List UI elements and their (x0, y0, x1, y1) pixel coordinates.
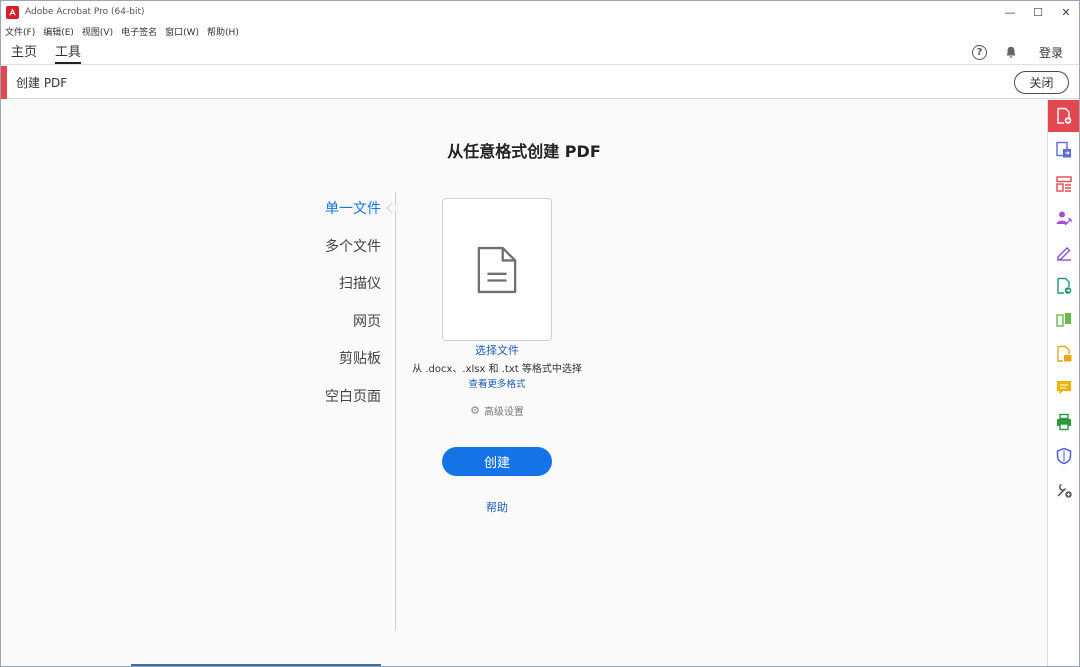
maximize-button[interactable]: ☐ (1025, 1, 1051, 23)
format-description: 从 .docx、.xlsx 和 .txt 等格式中选择 (412, 364, 582, 375)
signin-link[interactable]: 登录 (1039, 44, 1063, 61)
option-blank-page[interactable]: 空白页面 (301, 386, 381, 424)
source-options-list: 单一文件 多个文件 扫描仪 网页 剪贴板 空白页面 (301, 198, 381, 423)
tool-title: 创建 PDF (16, 75, 68, 90)
fill-sign-icon[interactable] (1048, 236, 1079, 268)
comment-icon[interactable] (1048, 372, 1079, 404)
tab-tools[interactable]: 工具 (55, 41, 82, 64)
print-production-icon[interactable] (1048, 406, 1079, 438)
edit-pdf-icon[interactable] (1048, 270, 1079, 302)
tool-accent-bar (1, 65, 7, 99)
export-pdf-icon[interactable] (1048, 134, 1079, 166)
compare-icon[interactable] (1048, 304, 1079, 336)
tab-bar: 主页 工具 ? 登录 (1, 39, 1079, 65)
more-formats-link[interactable]: 查看更多格式 (442, 376, 552, 390)
option-scanner[interactable]: 扫描仪 (301, 273, 381, 311)
close-tool-button[interactable]: 关闭 (1014, 71, 1069, 94)
tools-rail (1047, 100, 1079, 666)
tool-header: 创建 PDF 关闭 (1, 65, 1079, 99)
main-content: 从任意格式创建 PDF 单一文件 多个文件 扫描仪 网页 剪贴板 空白页面 选择… (1, 100, 1047, 666)
menu-bar: 文件(F) 编辑(E) 视图(V) 电子签名 窗口(W) 帮助(H) (1, 23, 1079, 39)
help-icon[interactable]: ? (971, 44, 987, 60)
organize-pages-icon[interactable] (1048, 168, 1079, 200)
notification-bell-icon[interactable] (1003, 44, 1019, 60)
choose-file-link[interactable]: 选择文件 (442, 342, 552, 358)
window-title: Adobe Acrobat Pro (64-bit) (25, 7, 145, 17)
menu-esign[interactable]: 电子签名 (121, 25, 157, 38)
tab-home[interactable]: 主页 (11, 41, 37, 64)
gear-icon: ⚙ (470, 404, 480, 417)
menu-file[interactable]: 文件(F) (5, 25, 35, 38)
scan-ocr-icon[interactable] (1048, 338, 1079, 370)
help-link[interactable]: 帮助 (442, 499, 552, 515)
title-bar: Adobe Acrobat Pro (64-bit) — ☐ ✕ (1, 1, 1079, 23)
request-esign-icon[interactable] (1048, 202, 1079, 234)
menu-help[interactable]: 帮助(H) (207, 25, 239, 38)
advanced-settings-link[interactable]: ⚙ 高级设置 (442, 403, 552, 418)
options-divider (395, 192, 396, 630)
menu-edit[interactable]: 编辑(E) (43, 25, 74, 38)
option-multiple-files[interactable]: 多个文件 (301, 236, 381, 274)
menu-window[interactable]: 窗口(W) (165, 25, 199, 38)
menu-view[interactable]: 视图(V) (82, 25, 113, 38)
taskbar-strip (131, 664, 381, 666)
document-icon (477, 246, 517, 293)
more-tools-icon[interactable] (1048, 474, 1079, 506)
acrobat-window: Adobe Acrobat Pro (64-bit) — ☐ ✕ 文件(F) 编… (0, 0, 1080, 667)
advanced-settings-label: 高级设置 (483, 407, 524, 418)
minimize-button[interactable]: — (997, 1, 1023, 23)
create-button[interactable]: 创建 (442, 447, 552, 476)
close-window-button[interactable]: ✕ (1053, 1, 1079, 23)
file-drop-card[interactable] (442, 198, 552, 341)
acrobat-logo-icon (6, 5, 19, 19)
option-clipboard[interactable]: 剪贴板 (301, 348, 381, 386)
page-title: 从任意格式创建 PDF (447, 142, 601, 161)
option-single-file[interactable]: 单一文件 (301, 198, 381, 236)
option-web-page[interactable]: 网页 (301, 311, 381, 349)
create-pdf-icon[interactable] (1048, 100, 1079, 132)
protect-icon[interactable] (1048, 440, 1079, 472)
